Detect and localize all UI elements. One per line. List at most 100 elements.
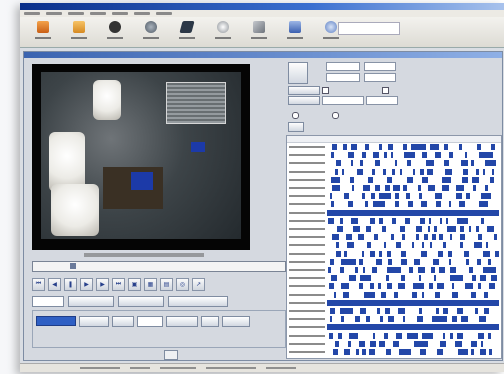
print-button[interactable]: ▤ <box>160 277 173 291</box>
reset-button[interactable] <box>201 316 219 327</box>
slider-thumb[interactable] <box>69 263 76 269</box>
menu-item-3[interactable] <box>68 12 84 15</box>
save-button[interactable]: ▦ <box>144 277 157 291</box>
recording-segment <box>362 185 370 191</box>
timeline-row-track[interactable] <box>327 242 499 249</box>
recording-segment <box>335 168 339 175</box>
timeline-row-track[interactable] <box>327 258 499 265</box>
recording-segment <box>460 234 466 241</box>
timeline-row-track[interactable] <box>327 275 499 282</box>
mark-button[interactable] <box>112 316 134 327</box>
camera-button[interactable] <box>288 86 320 95</box>
timeline-row-label <box>289 334 325 337</box>
timeline-row-track[interactable] <box>327 152 499 159</box>
timeline-row-track[interactable] <box>327 267 499 273</box>
action-button-2[interactable] <box>118 296 164 307</box>
timeline-row-track[interactable] <box>327 209 499 216</box>
exit-button[interactable] <box>26 17 60 46</box>
timeline-row-track[interactable] <box>327 291 499 298</box>
recording-segment <box>385 308 390 314</box>
recording-segment <box>364 201 369 208</box>
from-date-field[interactable] <box>326 62 360 71</box>
reset-button[interactable] <box>288 62 308 84</box>
video-viewport[interactable] <box>32 64 250 250</box>
export-button[interactable]: ↗ <box>192 277 205 291</box>
recording-segment <box>351 185 355 191</box>
recording-timeline[interactable] <box>286 135 502 359</box>
recording-segment <box>340 283 349 290</box>
action-button-1[interactable] <box>68 296 114 307</box>
find-next-button[interactable] <box>222 316 250 327</box>
menu-item-6[interactable] <box>134 12 150 15</box>
sensitivity-field[interactable] <box>137 316 163 327</box>
to-date-field[interactable] <box>326 73 360 82</box>
control-button[interactable] <box>170 17 204 46</box>
snapshot-button[interactable]: ▣ <box>128 277 141 291</box>
timeline-row-track[interactable] <box>327 316 499 323</box>
settings-button[interactable] <box>278 17 312 46</box>
recording-segment <box>476 258 481 265</box>
playback-position-slider[interactable] <box>32 261 286 272</box>
toolbar-search-field[interactable] <box>338 22 400 35</box>
search-button[interactable] <box>288 96 320 105</box>
menu-item-2[interactable] <box>46 12 62 15</box>
no-recording-checkbox[interactable] <box>322 87 329 94</box>
recording-segment <box>442 332 446 339</box>
audio-button[interactable] <box>134 17 168 46</box>
timeline-row-track[interactable] <box>327 349 499 355</box>
skip-end-button[interactable]: ⏭ <box>112 277 125 291</box>
search-mode-select[interactable] <box>36 316 76 326</box>
multi-screen-radio[interactable] <box>332 112 339 119</box>
timeline-row-track[interactable] <box>327 144 499 150</box>
skip-start-button[interactable]: ⏮ <box>32 277 45 291</box>
menu-item-7[interactable] <box>156 12 172 15</box>
playback-button[interactable] <box>98 17 132 46</box>
timeline-row-track[interactable] <box>327 283 499 290</box>
daily-checkbox[interactable] <box>382 87 389 94</box>
recording-segment <box>329 332 333 339</box>
zoom-button[interactable]: ◎ <box>176 277 189 291</box>
single-screen-radio[interactable] <box>292 112 299 119</box>
timeline-row-track[interactable] <box>327 160 499 167</box>
playback-action-row <box>32 296 284 307</box>
timeline-row-track[interactable] <box>327 234 499 241</box>
logoff-button[interactable] <box>62 17 96 46</box>
search-target-select[interactable] <box>366 96 398 105</box>
timeline-row-track[interactable] <box>327 168 499 175</box>
step-forward-button[interactable]: ▶ <box>96 277 109 291</box>
timeline-row-track[interactable] <box>327 308 499 314</box>
timeline-row-track[interactable] <box>327 250 499 257</box>
from-time-field[interactable] <box>364 62 396 71</box>
recording-segment <box>342 168 345 175</box>
timeline-row-track[interactable] <box>327 217 499 224</box>
tools-icon <box>253 21 265 33</box>
to-time-field[interactable] <box>364 73 396 82</box>
show-rows-button[interactable] <box>79 316 109 327</box>
pause-button[interactable]: ❚ <box>64 277 77 291</box>
timeline-row-track[interactable] <box>327 185 499 191</box>
search-button[interactable] <box>206 17 240 46</box>
timeline-row-track[interactable] <box>327 201 499 208</box>
menu-item-1[interactable] <box>24 12 40 15</box>
menu-item-5[interactable] <box>112 12 128 15</box>
search-type-select[interactable] <box>322 96 364 105</box>
recording-segment <box>433 258 439 265</box>
smart-search-button[interactable] <box>166 316 198 327</box>
camera-select-field[interactable] <box>32 296 64 307</box>
tools-button[interactable] <box>242 17 276 46</box>
menu-item-4[interactable] <box>90 12 106 15</box>
recording-segment <box>419 308 422 314</box>
timeline-row-track[interactable] <box>327 340 499 347</box>
timeline-row-track[interactable] <box>327 332 499 339</box>
collapse-button[interactable] <box>164 350 178 360</box>
zoom-toggle-button[interactable] <box>288 122 304 132</box>
recording-segment <box>416 234 420 241</box>
timeline-row-track[interactable] <box>327 299 499 306</box>
step-back-button[interactable]: ◀ <box>48 277 61 291</box>
timeline-row-track[interactable] <box>327 193 499 200</box>
action-button-3[interactable] <box>168 296 228 307</box>
timeline-row-track[interactable] <box>327 176 499 183</box>
play-button[interactable]: ▶ <box>80 277 93 291</box>
timeline-row-track[interactable] <box>327 324 499 331</box>
timeline-row-track[interactable] <box>327 226 499 232</box>
